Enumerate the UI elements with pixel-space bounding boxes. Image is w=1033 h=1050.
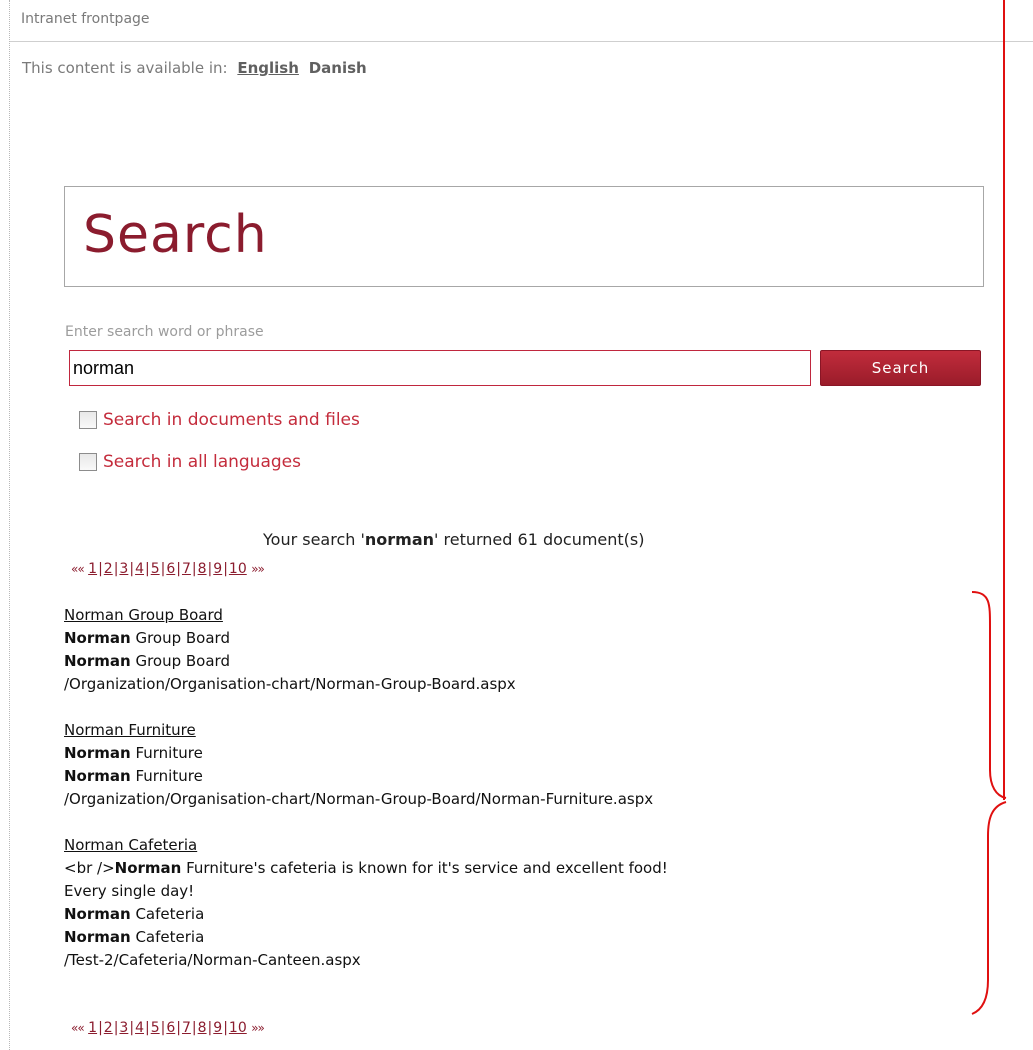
option-documents-and-files[interactable]: Search in documents and files <box>79 410 360 430</box>
snippet-text: Cafeteria <box>130 905 205 923</box>
pager-bottom-page-10[interactable]: 10 <box>229 1020 247 1036</box>
snippet-highlight: Norman <box>114 859 182 877</box>
pager-bottom-page-3[interactable]: 3 <box>119 1020 128 1036</box>
pager-top-page-6[interactable]: 6 <box>166 561 175 577</box>
languages-checkbox[interactable] <box>79 453 97 471</box>
pager-top-separator: | <box>98 561 103 577</box>
pager-bottom-page-4[interactable]: 4 <box>135 1020 144 1036</box>
documents-checkbox-label[interactable]: Search in documents and files <box>103 410 360 430</box>
search-title-box: Search <box>64 186 984 287</box>
snippet-text: Cafeteria <box>130 928 205 946</box>
page: Intranet frontpage This content is avail… <box>0 0 1033 1050</box>
pager-top-separator: | <box>223 561 228 577</box>
snippet-text: Group Board <box>130 629 230 647</box>
search-input[interactable] <box>69 350 811 386</box>
pager-top-separator: | <box>144 561 150 577</box>
result-item: Norman Cafeteria <br />Norman Furniture's… <box>64 834 668 972</box>
summary-before: Your search ' <box>263 530 365 549</box>
page-title: Search <box>83 205 268 265</box>
documents-checkbox[interactable] <box>79 411 97 429</box>
language-link-english[interactable]: English <box>237 59 299 77</box>
result-snippet-line: Norman Furniture <box>64 744 203 762</box>
language-link-danish[interactable]: Danish <box>309 59 367 77</box>
breadcrumb-label[interactable]: Intranet frontpage <box>21 11 150 27</box>
result-title-link[interactable]: Norman Cafeteria <box>64 836 197 854</box>
pager-top-page-8[interactable]: 8 <box>198 561 207 577</box>
snippet-prefix: <br /> <box>64 859 115 877</box>
result-item: Norman Group Board Norman Group Board Norm… <box>64 604 668 696</box>
option-all-languages[interactable]: Search in all languages <box>79 452 301 472</box>
snippet-text: Furniture <box>130 744 203 762</box>
summary-term: norman <box>364 530 435 549</box>
result-snippet-line: Norman Cafeteria <box>64 928 204 946</box>
result-summary: Your search 'norman' returned 61 documen… <box>263 530 645 549</box>
snippet-highlight: Norman <box>64 905 131 923</box>
pager-top-page-10[interactable]: 10 <box>229 561 247 577</box>
pager-top-page-4[interactable]: 4 <box>135 561 144 577</box>
language-prefix: This content is available in: <box>22 59 228 77</box>
pager-top: «« 1|2|3|4|5|6|7|8|9|10 »» <box>71 561 265 577</box>
pager-top-first[interactable]: «« <box>71 562 85 576</box>
snippet-text: Furniture's cafeteria is known for it's … <box>181 859 668 877</box>
pager-bottom-first[interactable]: «« <box>71 1021 85 1035</box>
result-title-link[interactable]: Norman Furniture <box>64 721 196 739</box>
pager-bottom-page-9[interactable]: 9 <box>213 1020 222 1036</box>
snippet-highlight: Norman <box>64 629 131 647</box>
result-snippet-line: Norman Group Board <box>64 652 230 670</box>
results-list: Norman Group Board Norman Group Board Norm… <box>64 604 668 995</box>
result-snippet-line: Every single day! <box>64 882 194 900</box>
pager-top-page-5[interactable]: 5 <box>151 561 160 577</box>
pager-top-page-7[interactable]: 7 <box>182 561 191 577</box>
pager-bottom-page-7[interactable]: 7 <box>182 1020 191 1036</box>
pager-bottom-separator: | <box>144 1020 150 1036</box>
pager-bottom-page-6[interactable]: 6 <box>166 1020 175 1036</box>
result-path: /Organization/Organisation-chart/Norman-… <box>64 790 654 808</box>
pager-top-separator: | <box>176 561 181 577</box>
search-hint: Enter search word or phrase <box>65 324 264 340</box>
pager-bottom-page-1[interactable]: 1 <box>88 1020 97 1036</box>
result-path: /Test-2/Cafeteria/Norman-Canteen.aspx <box>64 951 361 969</box>
snippet-highlight: Norman <box>64 928 131 946</box>
pager-bottom-separator: | <box>176 1020 181 1036</box>
pager-bottom-separator: | <box>98 1020 103 1036</box>
pager-bottom: «« 1|2|3|4|5|6|7|8|9|10 »» <box>71 1020 265 1036</box>
pager-top-page-2[interactable]: 2 <box>104 561 113 577</box>
pager-bottom-page-5[interactable]: 5 <box>151 1020 160 1036</box>
left-border <box>9 0 10 1050</box>
pager-bottom-last[interactable]: »» <box>251 1021 265 1035</box>
snippet-text: Group Board <box>130 652 230 670</box>
pager-bottom-separator: | <box>223 1020 228 1036</box>
result-item: Norman Furniture Norman Furniture Norman F… <box>64 719 668 811</box>
pager-bottom-page-2[interactable]: 2 <box>104 1020 113 1036</box>
pager-bottom-separator: | <box>191 1020 197 1036</box>
result-snippet-line: <br />Norman Furniture's cafeteria is kn… <box>64 859 668 877</box>
pager-top-last[interactable]: »» <box>251 562 265 576</box>
pager-top-page-3[interactable]: 3 <box>119 561 128 577</box>
result-snippet-line: Norman Cafeteria <box>64 905 204 923</box>
snippet-highlight: Norman <box>64 652 131 670</box>
languages-checkbox-label[interactable]: Search in all languages <box>103 452 301 472</box>
snippet-highlight: Norman <box>64 744 131 762</box>
snippet-highlight: Norman <box>64 767 131 785</box>
result-snippet-line: Norman Furniture <box>64 767 203 785</box>
annotation-brace-top <box>971 591 1007 799</box>
pager-bottom-page-8[interactable]: 8 <box>198 1020 207 1036</box>
result-snippet-line: Norman Group Board <box>64 629 230 647</box>
result-title-link[interactable]: Norman Group Board <box>64 606 223 624</box>
language-selector: This content is available in: English Da… <box>22 59 367 77</box>
annotation-brace-bottom <box>971 801 1007 1015</box>
search-button[interactable]: Search <box>820 350 981 386</box>
summary-after: ' returned 61 document(s) <box>434 530 645 549</box>
pager-top-page-1[interactable]: 1 <box>88 561 97 577</box>
pager-top-page-9[interactable]: 9 <box>213 561 222 577</box>
pager-top-separator: | <box>191 561 197 577</box>
breadcrumb-bar: Intranet frontpage <box>10 0 1033 42</box>
snippet-text: Every single day! <box>64 882 195 900</box>
snippet-text: Furniture <box>130 767 203 785</box>
result-path: /Organization/Organisation-chart/Norman-… <box>64 675 516 693</box>
